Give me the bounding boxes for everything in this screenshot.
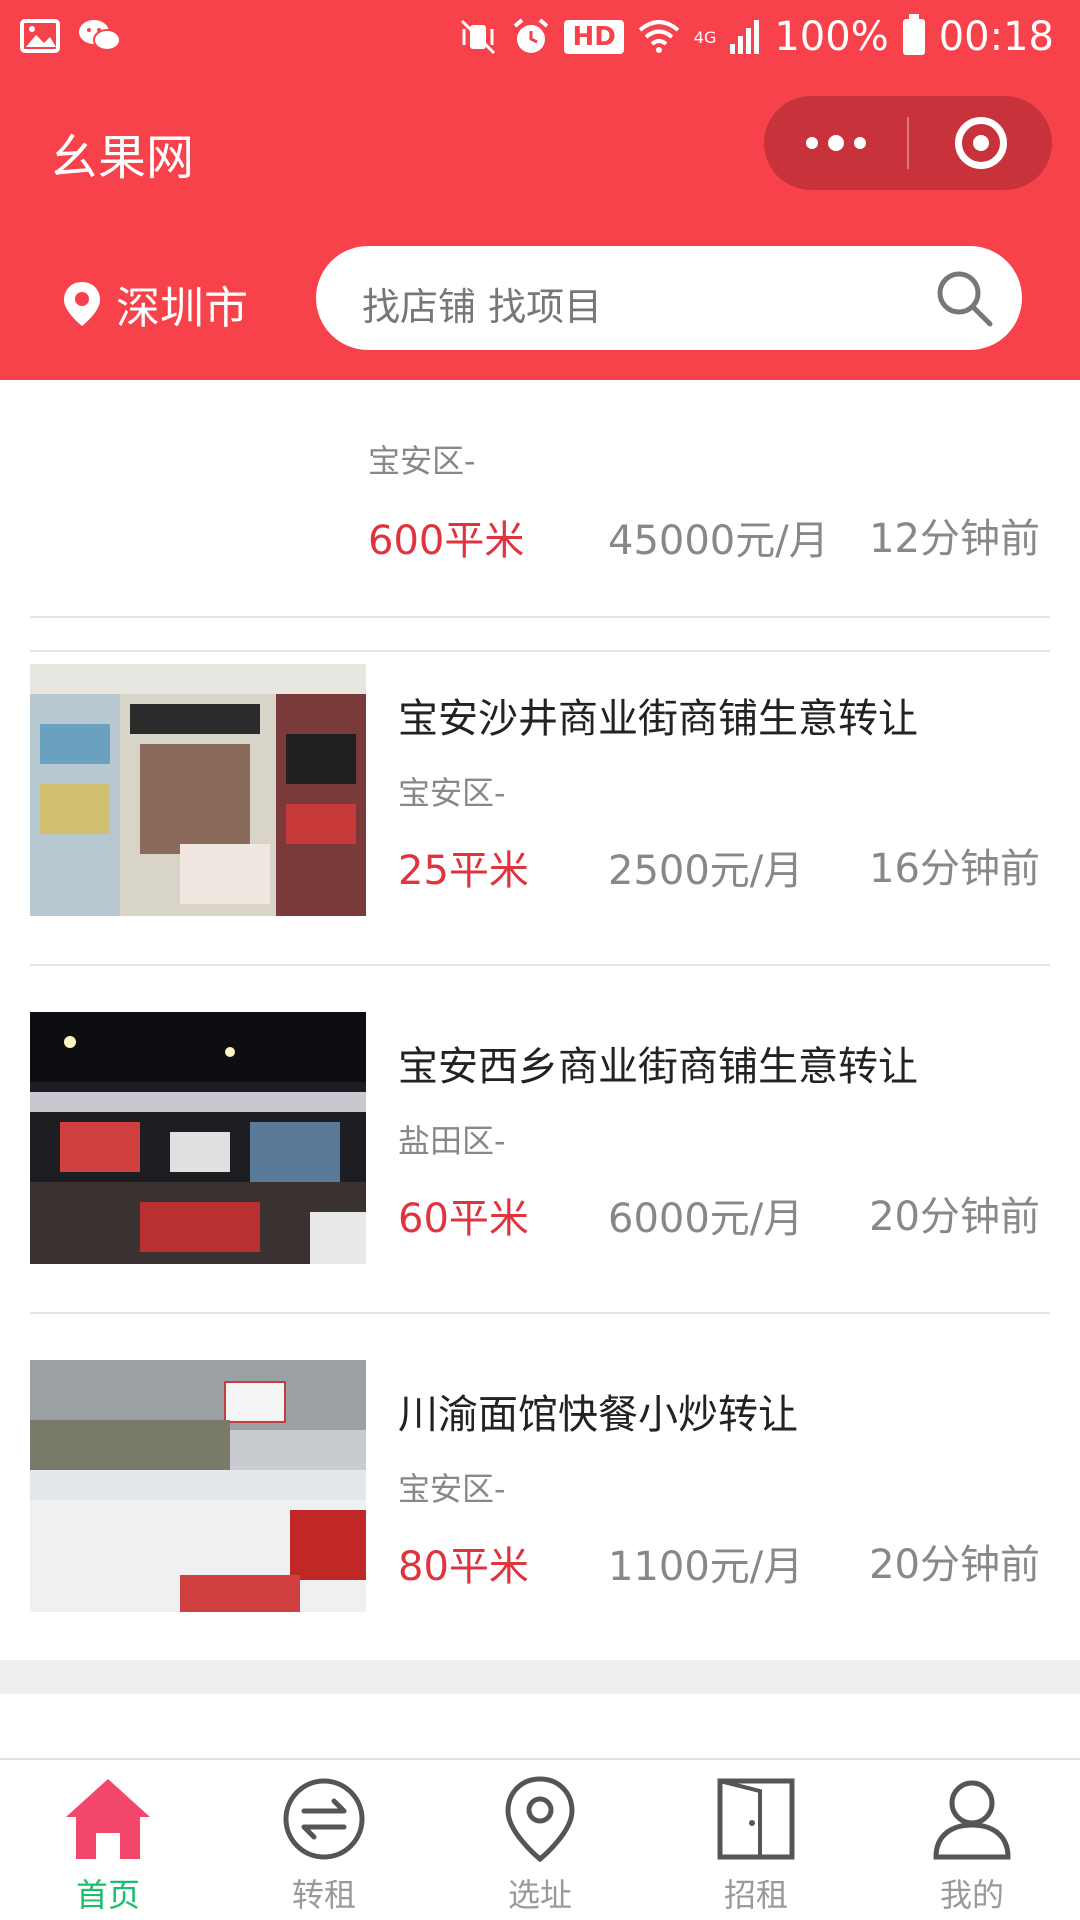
search-input[interactable]: 找店铺 找项目 (316, 246, 1022, 350)
listing-title: 宝安西乡商业街商铺生意转让 (398, 1044, 918, 1090)
transfer-icon (283, 1778, 365, 1860)
target-icon (954, 117, 1007, 169)
listing-price: 45000元/月 (608, 518, 829, 564)
hd-badge: HD (564, 20, 624, 54)
listing-district: 宝安区- (398, 774, 506, 812)
close-mini-program-button[interactable] (909, 96, 1052, 190)
door-icon (717, 1778, 795, 1860)
network-type: 4G (693, 27, 717, 47)
location-pin-icon (64, 282, 100, 326)
tab-transfer[interactable]: 转租 (216, 1760, 432, 1920)
listing-photo (30, 1012, 366, 1264)
app-title: 幺果网 (50, 130, 195, 186)
bottom-tab-bar: 首页 转租 选址 招租 我的 (0, 1758, 1080, 1920)
list-item[interactable]: 宝安西乡商业街商铺生意转让 盐田区- 60平米 6000元/月 20分钟前 (30, 966, 1050, 1314)
more-dot-icon (853, 137, 866, 149)
mute-vibrate-icon (461, 19, 496, 55)
listing-price: 6000元/月 (608, 1196, 804, 1242)
listing-time: 20分钟前 (869, 1542, 1040, 1588)
tab-site-selection[interactable]: 选址 (432, 1760, 648, 1920)
status-right-icons: HD 4G 100% 00:18 (458, 14, 1054, 60)
more-menu-button[interactable] (764, 96, 907, 190)
tab-profile[interactable]: 我的 (864, 1760, 1080, 1920)
status-bar: HD 4G 100% 00:18 (0, 0, 1080, 76)
tab-label: 招租 (723, 1876, 788, 1914)
tab-label: 选址 (507, 1876, 572, 1914)
list-item[interactable]: 川渝面馆快餐小炒转让 宝安区- 80平米 1100元/月 20分钟前 (30, 1314, 1050, 1660)
listing-area: 80平米 (398, 1544, 529, 1590)
tab-label: 首页 (75, 1876, 140, 1914)
listing-photo (30, 664, 366, 916)
listing-title: 宝安沙井商业街商铺生意转让 (398, 696, 918, 742)
listing-list: 宝安区- 600平米 45000元/月 12分钟前 宝安沙井商业街商铺生意转让 … (0, 380, 1080, 1660)
battery-icon (902, 14, 925, 55)
search-icon[interactable] (934, 268, 994, 328)
listing-title: 川渝面馆快餐小炒转让 (398, 1392, 798, 1438)
listing-area: 25平米 (398, 848, 529, 894)
tab-home[interactable]: 首页 (0, 1760, 216, 1920)
listing-area: 600平米 (368, 518, 525, 564)
listing-time: 12分钟前 (869, 516, 1040, 562)
location-pin-icon (505, 1776, 575, 1863)
list-item[interactable]: 宝安沙井商业街商铺生意转让 宝安区- 25平米 2500元/月 16分钟前 (30, 618, 1050, 966)
gallery-icon (20, 19, 60, 53)
city-selector[interactable]: 深圳市 (62, 272, 248, 336)
listing-time: 16分钟前 (869, 846, 1040, 892)
search-placeholder: 找店铺 找项目 (362, 285, 603, 329)
clock: 00:18 (938, 14, 1054, 60)
tab-label: 我的 (939, 1876, 1004, 1914)
more-dot-icon (805, 137, 818, 149)
signal-icon (730, 20, 760, 54)
listing-district: 宝安区- (398, 1470, 506, 1508)
listing-price: 1100元/月 (608, 1544, 804, 1590)
city-label: 深圳市 (116, 283, 248, 334)
user-icon (933, 1780, 1011, 1860)
wifi-icon (638, 20, 680, 53)
listing-time: 20分钟前 (869, 1194, 1040, 1240)
listing-district: 盐田区- (398, 1122, 506, 1160)
mini-program-capsule (764, 96, 1052, 190)
home-icon (66, 1779, 150, 1859)
list-end-separator (0, 1660, 1080, 1694)
tab-for-rent[interactable]: 招租 (648, 1760, 864, 1920)
wechat-icon (79, 20, 121, 51)
alarm-icon (514, 18, 549, 53)
app-header: HD 4G 100% 00:18 幺果网 深圳市 找店铺 找项目 (0, 0, 1080, 380)
listing-photo (30, 1360, 366, 1612)
listing-area: 60平米 (398, 1196, 529, 1242)
battery-percent: 100% (774, 14, 889, 60)
tab-label: 转租 (291, 1876, 356, 1914)
status-left-icons (20, 18, 122, 54)
listing-price: 2500元/月 (608, 848, 804, 894)
listing-district: 宝安区- (368, 442, 476, 480)
more-dot-icon (827, 135, 844, 151)
